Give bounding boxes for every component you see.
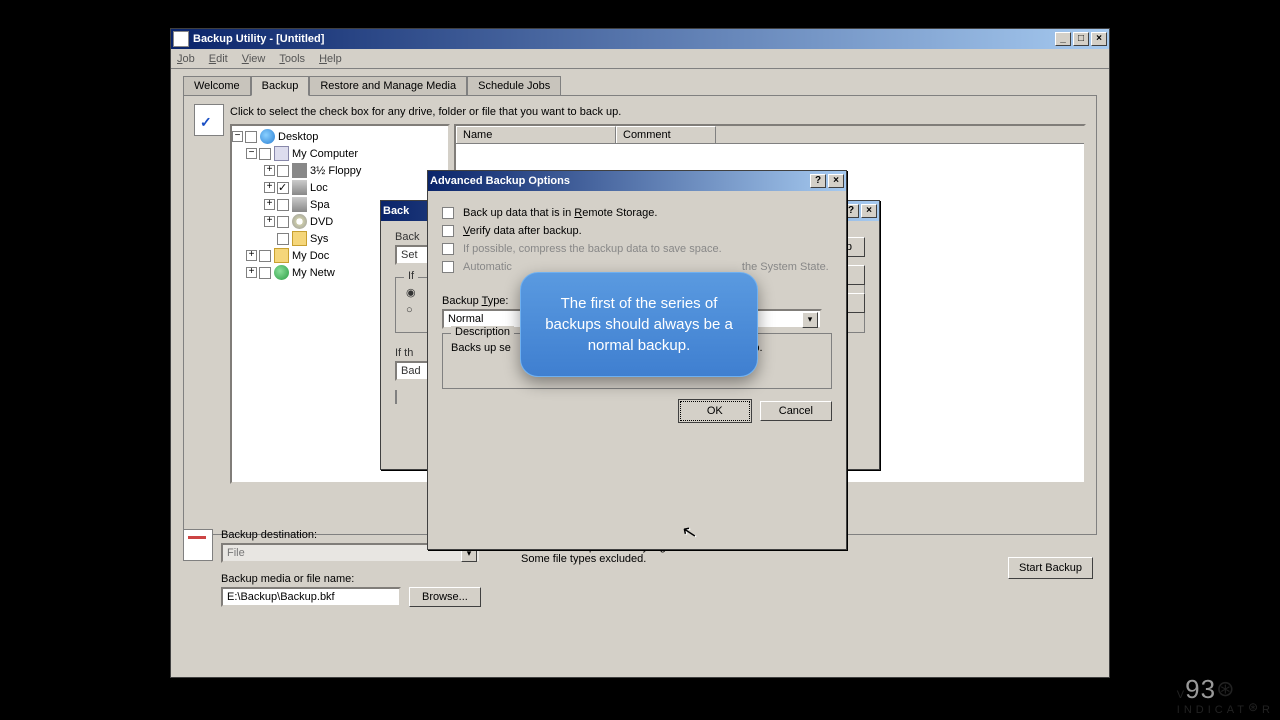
checkbox[interactable] [277,233,289,245]
expander-icon[interactable]: + [264,199,275,210]
menu-help[interactable]: Help [319,53,342,65]
menu-bar: JJobob Edit View Tools Help [171,49,1109,69]
tab-backup[interactable]: Backup [251,76,310,96]
checkbox[interactable] [277,199,289,211]
network-icon [274,265,289,280]
window-title: Backup Utility - [Untitled] [193,33,324,45]
floppy-icon [292,163,307,178]
app-icon [173,31,189,47]
tab-bar: Welcome Backup Restore and Manage Media … [183,75,1109,95]
node-local[interactable]: Loc [310,182,328,194]
dialog2-help-button[interactable]: ? [810,174,826,188]
destination-icon [183,529,213,561]
checkbox-remote-storage[interactable] [442,207,454,219]
checkbox[interactable] [245,131,257,143]
desc-legend: Description [451,326,514,338]
expander-icon[interactable]: + [246,267,257,278]
col-name[interactable]: Name [456,126,616,143]
d1-if-legend: If [404,270,418,282]
node-spare[interactable]: Spa [310,199,330,211]
cancel-button[interactable]: Cancel [760,401,832,421]
tab-welcome[interactable]: Welcome [183,76,251,96]
checkbox[interactable] [277,216,289,228]
expander-icon[interactable]: + [246,250,257,261]
checkbox[interactable] [395,390,397,404]
checkbox[interactable] [259,250,271,262]
checkbox-verify[interactable] [442,225,454,237]
checkbox[interactable] [259,267,271,279]
menu-job[interactable]: JJobob [177,53,195,65]
opt-verify: Verify data after backup. [463,225,582,237]
minimize-button[interactable]: _ [1055,32,1071,46]
node-sys[interactable]: Sys [310,233,328,245]
start-backup-button[interactable]: Start Backup [1008,557,1093,579]
col-comment[interactable]: Comment [616,126,716,143]
checkbox[interactable] [277,182,289,194]
backup-panel-icon [194,104,224,136]
checkbox-systemstate [442,261,454,273]
desktop-icon [260,129,275,144]
maximize-button[interactable]: □ [1073,32,1089,46]
folder-icon [274,248,289,263]
node-mycomputer[interactable]: My Computer [292,148,358,160]
dvd-icon [292,214,307,229]
expander-icon[interactable]: + [264,182,275,193]
close-button[interactable]: × [1091,32,1107,46]
expander-icon[interactable]: + [264,165,275,176]
titlebar: Backup Utility - [Untitled] _ □ × [171,29,1109,49]
dialog2-close-button[interactable]: × [828,174,844,188]
checkbox[interactable] [259,148,271,160]
node-mynet[interactable]: My Netw [292,267,335,279]
checkbox-compress [442,243,454,255]
dialog2-titlebar: Advanced Backup Options ? × [428,171,846,191]
ok-button[interactable]: OK [680,401,750,421]
media-label: Backup media or file name: [221,573,481,585]
list-header: Name Comment [456,126,1084,144]
node-mydocs[interactable]: My Doc [292,250,329,262]
opt-compress: If possible, compress the backup data to… [463,243,722,255]
media-input[interactable]: E:\Backup\Backup.bkf [221,587,401,607]
expander-icon[interactable]: − [232,131,243,142]
menu-tools[interactable]: Tools [279,53,305,65]
menu-view[interactable]: View [242,53,266,65]
opts-line2: Some file types excluded. [521,553,669,565]
folder-icon [292,231,307,246]
instruction-text: Click to select the check box for any dr… [230,106,1086,118]
opt-remote-storage: Back up data that is in Remote Storage. [463,207,657,219]
dialog2-title: Advanced Backup Options [430,175,570,187]
tab-schedule[interactable]: Schedule Jobs [467,76,561,96]
menu-edit[interactable]: Edit [209,53,228,65]
watermark: V93⊛ INDICAT⊛R [1177,674,1274,716]
node-dvd[interactable]: DVD [310,216,333,228]
hint-callout: The first of the series of backups shoul… [520,272,758,377]
browse-button[interactable]: Browse... [409,587,481,607]
checkbox[interactable] [277,165,289,177]
hdd-icon [292,197,307,212]
node-floppy[interactable]: 3½ Floppy [310,165,361,177]
dialog1-close-button[interactable]: × [861,204,877,218]
expander-icon[interactable]: + [264,216,275,227]
tab-restore[interactable]: Restore and Manage Media [309,76,467,96]
node-desktop[interactable]: Desktop [278,131,318,143]
hdd-icon [292,180,307,195]
expander-icon[interactable]: − [246,148,257,159]
computer-icon [274,146,289,161]
dialog1-title: Back [383,205,409,217]
